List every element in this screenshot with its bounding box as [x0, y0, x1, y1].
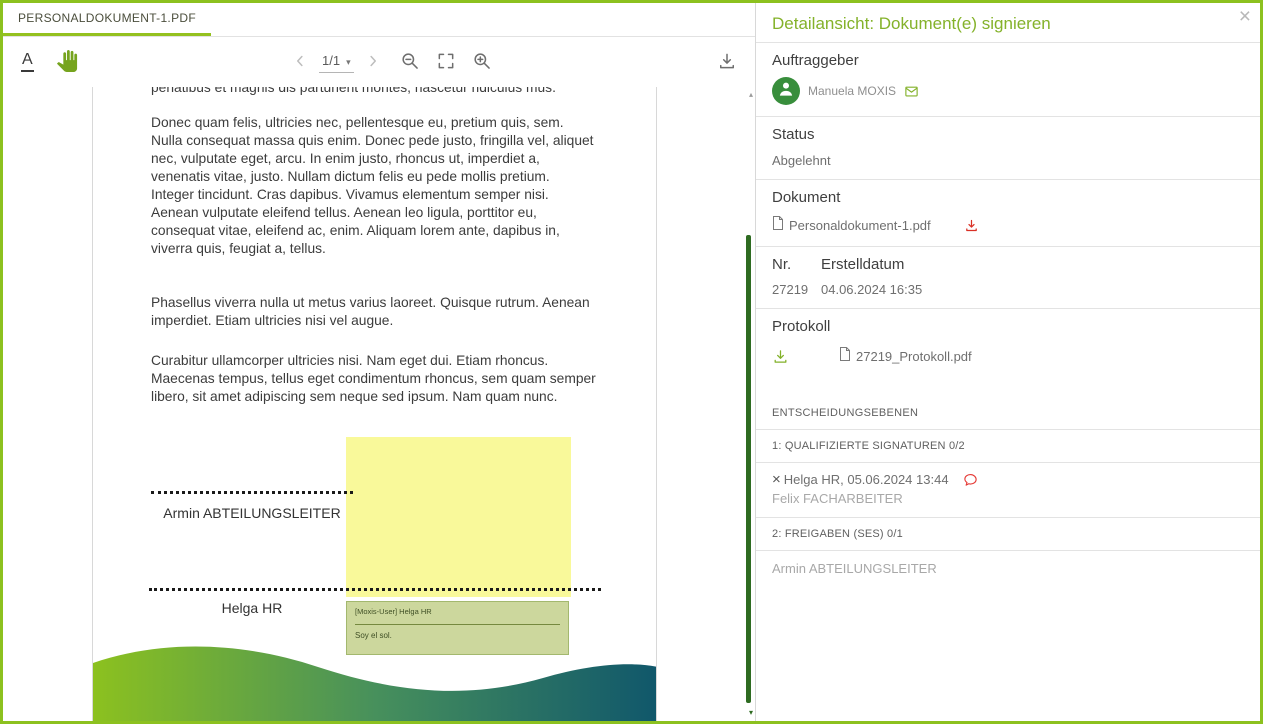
- footer-wave-graphic: [93, 633, 657, 721]
- download-dokument-red-icon[interactable]: [964, 218, 979, 233]
- detail-panel-header: Detailansicht: Dokument(e) signieren ×: [756, 3, 1260, 42]
- viewer-scrollbar-thumb[interactable]: [746, 235, 751, 703]
- previous-page-button[interactable]: [291, 52, 309, 73]
- signature-label-helga: Helga HR: [151, 600, 353, 616]
- signer-row-helga: × Helga HR, 05.06.2024 13:44: [772, 472, 1244, 487]
- signer-row-armin: Armin ABTEILUNGSLEITER: [756, 550, 1260, 586]
- dokument-filename-link[interactable]: Personaldokument-1.pdf: [789, 218, 931, 233]
- erstelldatum-label: Erstelldatum: [821, 256, 1244, 273]
- annotation-tools: A: [21, 50, 78, 75]
- section-protokoll: Protokoll 27219_Protokoll.pdf: [756, 308, 1260, 377]
- zoom-controls: [400, 51, 492, 74]
- download-protokoll-green-icon[interactable]: [772, 348, 789, 365]
- protokoll-label: Protokoll: [772, 318, 1244, 335]
- document-paragraph-3: Curabitur ullamcorper ultricies nisi. Na…: [151, 352, 629, 406]
- moxis-signing-app: PERSONALDOKUMENT-1.PDF A 1/1 ▾: [0, 0, 1263, 724]
- erstelldatum-value: 04.06.2024 16:35: [821, 282, 1244, 297]
- zoom-out-button[interactable]: [400, 51, 420, 74]
- chevron-down-icon: ▾: [346, 57, 351, 68]
- signer-row-felix: Felix FACHARBEITER: [772, 491, 1244, 506]
- fullscreen-icon: [436, 51, 456, 74]
- detail-panel-title: Detailansicht: Dokument(e) signieren: [772, 14, 1051, 33]
- tab-label: PERSONALDOKUMENT-1.PDF: [18, 11, 196, 25]
- section-status: Status Abgelehnt: [756, 116, 1260, 179]
- pdf-canvas-area[interactable]: penatibus et magnis dis parturient monte…: [3, 87, 755, 721]
- document-file-icon: [772, 216, 784, 235]
- tab-personaldokument[interactable]: PERSONALDOKUMENT-1.PDF: [3, 3, 211, 36]
- dokument-label: Dokument: [772, 189, 1244, 206]
- download-icon: [717, 51, 737, 74]
- protokoll-file-icon: [839, 347, 851, 366]
- stamp-user-line: [Moxis-User] Helga HR: [355, 607, 560, 625]
- zoom-in-button[interactable]: [472, 51, 492, 74]
- rejected-x-icon: ×: [772, 472, 781, 487]
- signature-dotted-line-2: [149, 588, 601, 591]
- protokoll-row: 27219_Protokoll.pdf: [772, 347, 1244, 366]
- next-page-button[interactable]: [364, 52, 382, 73]
- text-annotation-tool-button[interactable]: A: [21, 52, 34, 72]
- clipped-text-line: penatibus et magnis dis parturient monte…: [151, 87, 631, 97]
- comment-bubble-icon[interactable]: [963, 472, 978, 487]
- signer-name-date: Helga HR, 05.06.2024 13:44: [784, 472, 949, 487]
- scroll-down-icon[interactable]: ▾: [749, 709, 753, 717]
- pan-hand-tool-button[interactable]: [56, 50, 78, 75]
- person-icon: [776, 79, 796, 104]
- zoom-out-icon: [400, 51, 420, 74]
- level-1-title: 1: QUALIFIZIERTE SIGNATUREN 0/2: [756, 429, 1260, 462]
- document-paragraph-2: Phasellus viverra nulla ut metus varius …: [151, 294, 629, 330]
- chevron-right-icon: [364, 52, 382, 73]
- auftraggeber-label: Auftraggeber: [772, 52, 1244, 69]
- auftraggeber-name: Manuela MOXIS: [808, 84, 896, 98]
- hand-icon: [56, 50, 78, 75]
- page-indicator-dropdown[interactable]: 1/1 ▾: [319, 51, 354, 73]
- entscheidungsebenen-header: ENTSCHEIDUNGSEBENEN: [756, 377, 1260, 429]
- auftraggeber-person-row: Manuela MOXIS: [772, 77, 1244, 105]
- page-navigation: 1/1 ▾: [291, 37, 492, 87]
- close-icon[interactable]: ×: [1237, 4, 1253, 29]
- zoom-in-icon: [472, 51, 492, 74]
- signature-field-highlight[interactable]: [346, 437, 571, 597]
- level-1-signers: × Helga HR, 05.06.2024 13:44 Felix FACHA…: [756, 462, 1260, 517]
- nr-label: Nr.: [772, 256, 821, 273]
- protokoll-filename-link[interactable]: 27219_Protokoll.pdf: [856, 349, 972, 364]
- protokoll-file: 27219_Protokoll.pdf: [839, 347, 972, 366]
- scroll-up-icon[interactable]: ▴: [749, 91, 753, 99]
- email-icon[interactable]: [904, 84, 919, 99]
- toolbar-right: [717, 51, 737, 74]
- meta-grid: Nr. Erstelldatum 27219 04.06.2024 16:35: [772, 256, 1244, 297]
- section-dokument: Dokument Personaldokument-1.pdf: [756, 179, 1260, 246]
- page-indicator-value: 1/1: [322, 53, 340, 68]
- signature-dotted-line-1: [151, 491, 353, 494]
- fullscreen-button[interactable]: [436, 51, 456, 74]
- pdf-toolbar: A 1/1 ▾: [3, 37, 755, 87]
- status-label: Status: [772, 126, 1244, 143]
- avatar: [772, 77, 800, 105]
- download-document-button[interactable]: [717, 51, 737, 74]
- pdf-viewer-pane: PERSONALDOKUMENT-1.PDF A 1/1 ▾: [3, 3, 755, 721]
- detail-panel: Detailansicht: Dokument(e) signieren × A…: [755, 3, 1260, 721]
- section-meta: Nr. Erstelldatum 27219 04.06.2024 16:35: [756, 246, 1260, 308]
- section-auftraggeber: Auftraggeber Manuela MOXIS: [756, 42, 1260, 116]
- chevron-left-icon: [291, 52, 309, 73]
- status-value: Abgelehnt: [772, 153, 1244, 168]
- signature-label-armin: Armin ABTEILUNGSLEITER: [151, 505, 353, 521]
- document-paragraph-1: Donec quam felis, ultricies nec, pellent…: [151, 114, 629, 258]
- level-2-title: 2: FREIGABEN (SES) 0/1: [756, 517, 1260, 550]
- document-tab-bar: PERSONALDOKUMENT-1.PDF: [3, 3, 755, 37]
- pdf-page: penatibus et magnis dis parturient monte…: [92, 87, 657, 721]
- dokument-file-row: Personaldokument-1.pdf: [772, 216, 1244, 235]
- nr-value: 27219: [772, 282, 821, 297]
